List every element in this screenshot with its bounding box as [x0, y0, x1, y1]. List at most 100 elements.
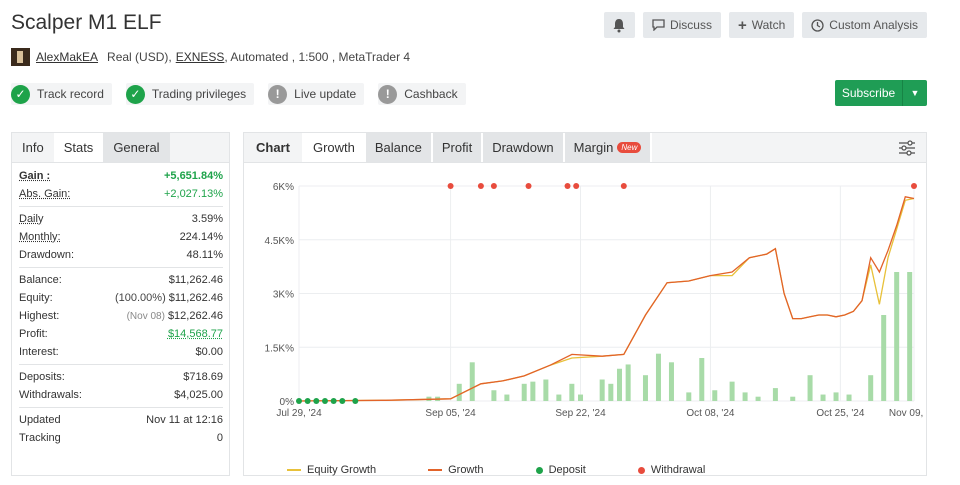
legend-withdrawal[interactable]: Withdrawal: [637, 464, 705, 476]
subscribe-button[interactable]: Subscribe ▼: [835, 80, 927, 106]
daily-gain-bar: [881, 315, 887, 401]
daily-gain-bar: [616, 368, 622, 401]
comment-icon: [652, 19, 665, 31]
daily-gain-bar: [521, 383, 527, 401]
status-badges: ✓ Track record ✓ Trading privileges ! Li…: [11, 83, 466, 105]
stat-highest: Highest: (Nov 08) $12,262.46: [19, 310, 223, 322]
avatar[interactable]: [11, 48, 30, 66]
tab-general[interactable]: General: [103, 133, 170, 162]
chevron-down-icon[interactable]: ▼: [903, 80, 927, 106]
daily-gain-bar: [907, 272, 913, 401]
withdrawal-marker: [525, 183, 532, 189]
daily-gain-bar: [755, 396, 761, 401]
deposit-marker: [304, 398, 311, 404]
x-tick-label: Jul 29, '24: [276, 408, 322, 419]
daily-gain-bar: [712, 390, 718, 401]
stats-panel: Info Stats General Gain : +5,651.84% Abs…: [11, 132, 230, 476]
daily-gain-bar: [868, 375, 874, 401]
stat-balance: Balance: $11,262.46: [19, 274, 223, 286]
stat-deposits: Deposits: $718.69: [19, 371, 223, 383]
daily-gain-bar: [699, 358, 705, 401]
filter-settings-icon[interactable]: [898, 139, 916, 157]
daily-gain-bar: [729, 381, 735, 401]
chart-legend: Equity Growth Growth Deposit Withdrawal: [287, 464, 757, 476]
growth-chart-svg: 0% 1.5K% 3K% 4.5K% 6K% Jul 29, '24 Sep 05, '24…: [265, 182, 940, 419]
notifications-button[interactable]: [603, 12, 635, 38]
legend-growth[interactable]: Growth: [428, 464, 484, 476]
watch-label: Watch: [751, 18, 786, 32]
daily-gain-bar: [625, 364, 631, 401]
x-tick-label: Oct 25, '24: [816, 408, 864, 419]
account-details: , Automated , 1:500 , MetaTrader 4: [224, 50, 411, 64]
daily-gain-bar: [569, 383, 575, 401]
badge-label: Trading privileges: [151, 87, 247, 101]
stat-interest: Interest: $0.00: [19, 346, 223, 358]
daily-gain-bar: [469, 362, 475, 401]
tab-chart[interactable]: Chart: [244, 133, 304, 162]
daily-gain-bar: [491, 390, 497, 401]
withdrawal-marker: [490, 183, 497, 189]
chart-panel: Chart Growth Balance Profit Drawdown Mar…: [243, 132, 940, 476]
y-tick-label: 3K%: [273, 290, 294, 301]
growth-chart[interactable]: 0% 1.5K% 3K% 4.5K% 6K% Jul 29, '24 Sep 05, '24…: [244, 164, 940, 476]
daily-gain-bar: [686, 392, 692, 401]
badge-track-record[interactable]: ✓ Track record: [11, 83, 112, 105]
exclamation-icon: !: [378, 84, 398, 104]
tab-drawdown[interactable]: Drawdown: [483, 133, 565, 162]
daily-gain-bar: [894, 272, 900, 401]
daily-gain-bar: [642, 375, 648, 401]
stat-equity: Equity: (100.00%) $11,262.46: [19, 292, 223, 304]
legend-deposit[interactable]: Deposit: [535, 464, 586, 476]
deposit-marker: [352, 398, 359, 404]
stat-abs-gain: Abs. Gain: +2,027.13%: [19, 188, 223, 200]
discuss-label: Discuss: [669, 18, 712, 32]
equity-growth-line: [298, 197, 915, 402]
badge-live-update[interactable]: ! Live update: [268, 83, 365, 105]
daily-gain-bar: [543, 379, 549, 401]
tab-info[interactable]: Info: [12, 133, 54, 162]
broker-link[interactable]: EXNESS: [176, 50, 225, 64]
badge-trading-privileges[interactable]: ✓ Trading privileges: [125, 83, 255, 105]
y-tick-label: 4.5K%: [265, 236, 295, 247]
withdrawal-marker: [573, 183, 580, 189]
stats-tabs: Info Stats General: [12, 133, 229, 163]
plus-icon: +: [737, 16, 747, 34]
y-tick-label: 1.5K%: [265, 343, 295, 354]
daily-gain-bar: [608, 383, 614, 401]
tab-profit[interactable]: Profit: [432, 133, 484, 162]
account-type: Real (USD),: [107, 50, 172, 64]
checkmark-icon: ✓: [11, 84, 30, 104]
daily-gain-bar: [772, 388, 778, 401]
badge-label: Live update: [294, 87, 357, 101]
exclamation-icon: !: [268, 84, 288, 104]
daily-gain-bar: [599, 379, 605, 401]
stat-daily: Daily 3.59%: [19, 213, 223, 225]
deposit-marker: [339, 398, 346, 404]
legend-equity-growth[interactable]: Equity Growth: [287, 464, 376, 476]
x-tick-label: Oct 08, '24: [686, 408, 734, 419]
tab-balance[interactable]: Balance: [365, 133, 433, 162]
tab-margin[interactable]: Margin New: [564, 133, 653, 162]
tab-stats[interactable]: Stats: [53, 133, 104, 162]
tab-growth[interactable]: Growth: [303, 133, 366, 162]
badge-cashback[interactable]: ! Cashback: [378, 83, 466, 105]
deposit-marker: [313, 398, 320, 404]
custom-analysis-label: Custom Analysis: [829, 18, 918, 32]
y-tick-label: 6K%: [273, 182, 294, 193]
deposit-marker: [296, 398, 302, 404]
daily-gain-bar: [668, 362, 674, 401]
custom-analysis-button[interactable]: Custom Analysis: [802, 12, 927, 38]
author-link[interactable]: AlexMakEA: [36, 50, 98, 64]
header-actions: Discuss + Watch Custom Analysis: [603, 12, 927, 38]
withdrawal-marker: [564, 183, 571, 189]
withdrawal-marker: [447, 183, 454, 189]
x-tick-label: Sep 05, '24: [425, 408, 476, 419]
daily-gain-bar: [655, 353, 661, 401]
daily-gain-bar: [833, 392, 839, 401]
x-tick-label: Nov 09, '24: [889, 408, 926, 419]
badge-label: Cashback: [404, 87, 458, 101]
watch-button[interactable]: + Watch: [728, 12, 795, 38]
discuss-button[interactable]: Discuss: [642, 12, 721, 38]
growth-line: [298, 196, 915, 402]
daily-gain-bar: [456, 383, 462, 401]
